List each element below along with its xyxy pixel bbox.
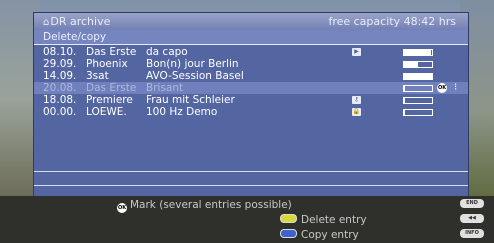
recording-row[interactable]: 29.09. Phoenix Bon(n) jour Berlin <box>34 58 468 70</box>
recording-progress-bar <box>403 97 433 104</box>
recording-progress-bar <box>403 109 433 116</box>
ok-key-icon: OK <box>117 203 127 213</box>
footer-help: OK Mark (several entries possible) Delete… <box>0 196 494 243</box>
play-icon: ▶ <box>352 48 361 56</box>
recording-title: da capo <box>146 46 188 58</box>
archive-panel: ⌂DR archive free capacity 48:42 hrs Dele… <box>33 12 469 199</box>
recording-date: 00.00. <box>43 106 77 118</box>
subheader: Delete/copy <box>34 30 468 45</box>
ok-marker-icon: OK <box>437 83 447 93</box>
recording-title: Bon(n) jour Berlin <box>146 58 239 70</box>
archive-title: ⌂DR archive <box>43 13 110 31</box>
recording-title: 100 Hz Demo <box>146 106 218 118</box>
delete-hint[interactable]: Delete entry <box>280 213 367 227</box>
rewind-key-icon[interactable]: ◀◀ <box>460 214 484 223</box>
recording-title: AVO-Session Basel <box>146 70 244 82</box>
recording-title: Brisant <box>146 82 184 94</box>
end-key-icon[interactable]: END <box>460 199 484 208</box>
recording-channel: 3sat <box>86 70 109 82</box>
recording-date: 08.10. <box>43 46 77 58</box>
mark-hint: OK Mark (several entries possible) <box>117 198 292 213</box>
yellow-key-icon <box>280 214 297 223</box>
recording-progress-bar <box>403 85 433 92</box>
recording-progress-fill <box>404 86 406 91</box>
subheader-text: Delete/copy <box>43 31 107 43</box>
free-capacity: free capacity 48:42 hrs <box>328 15 456 28</box>
recording-channel: Premiere <box>86 94 133 106</box>
recording-channel: Das Erste <box>86 82 137 94</box>
recording-row[interactable]: 18.08. Premiere Frau mit Schleier ⚷ <box>34 94 468 106</box>
recording-date: 18.08. <box>43 94 77 106</box>
scroll-dots-icon: ⁝ <box>454 82 458 93</box>
recording-row[interactable]: 20.08. Das Erste Brisant OK ⁝ <box>34 82 468 94</box>
delete-label: Delete entry <box>301 214 367 226</box>
recording-progress-bar <box>403 73 433 80</box>
lock-icon: 🔒 <box>352 108 361 116</box>
recording-progress-fill <box>404 50 431 55</box>
blue-key-icon <box>280 229 297 238</box>
header-bar: ⌂DR archive free capacity 48:42 hrs <box>34 13 468 30</box>
mark-label: Mark (several entries possible) <box>130 199 292 211</box>
recording-progress-bar <box>403 49 433 56</box>
info-key-icon[interactable]: INFO <box>460 229 484 238</box>
recording-progress-fill <box>404 62 418 67</box>
list-separator <box>34 171 468 172</box>
recording-list: 08.10. Das Erste da capo ▶ 29.09. Phoenix Bon(… <box>34 46 468 118</box>
recording-date: 20.08. <box>43 82 77 94</box>
recording-progress-fill <box>404 98 406 103</box>
recording-row[interactable]: 14.09. 3sat AVO-Session Basel <box>34 70 468 82</box>
recording-row[interactable]: 00.00. LOEWE. 100 Hz Demo 🔒 <box>34 106 468 118</box>
recording-channel: LOEWE. <box>86 106 127 118</box>
recording-date: 14.09. <box>43 70 77 82</box>
archive-title-text: DR archive <box>50 15 111 28</box>
recording-progress-bar <box>403 61 433 68</box>
recording-progress-fill <box>404 74 432 79</box>
recording-channel: Das Erste <box>86 46 137 58</box>
archive-icon: ⌂ <box>43 17 50 28</box>
key-icon: ⚷ <box>352 96 361 104</box>
recording-progress-fill <box>404 110 406 115</box>
copy-hint[interactable]: Copy entry <box>280 228 359 242</box>
recording-row[interactable]: 08.10. Das Erste da capo ▶ <box>34 46 468 58</box>
copy-label: Copy entry <box>301 229 359 241</box>
recording-title: Frau mit Schleier <box>146 94 235 106</box>
recording-date: 29.09. <box>43 58 77 70</box>
recording-channel: Phoenix <box>86 58 128 70</box>
